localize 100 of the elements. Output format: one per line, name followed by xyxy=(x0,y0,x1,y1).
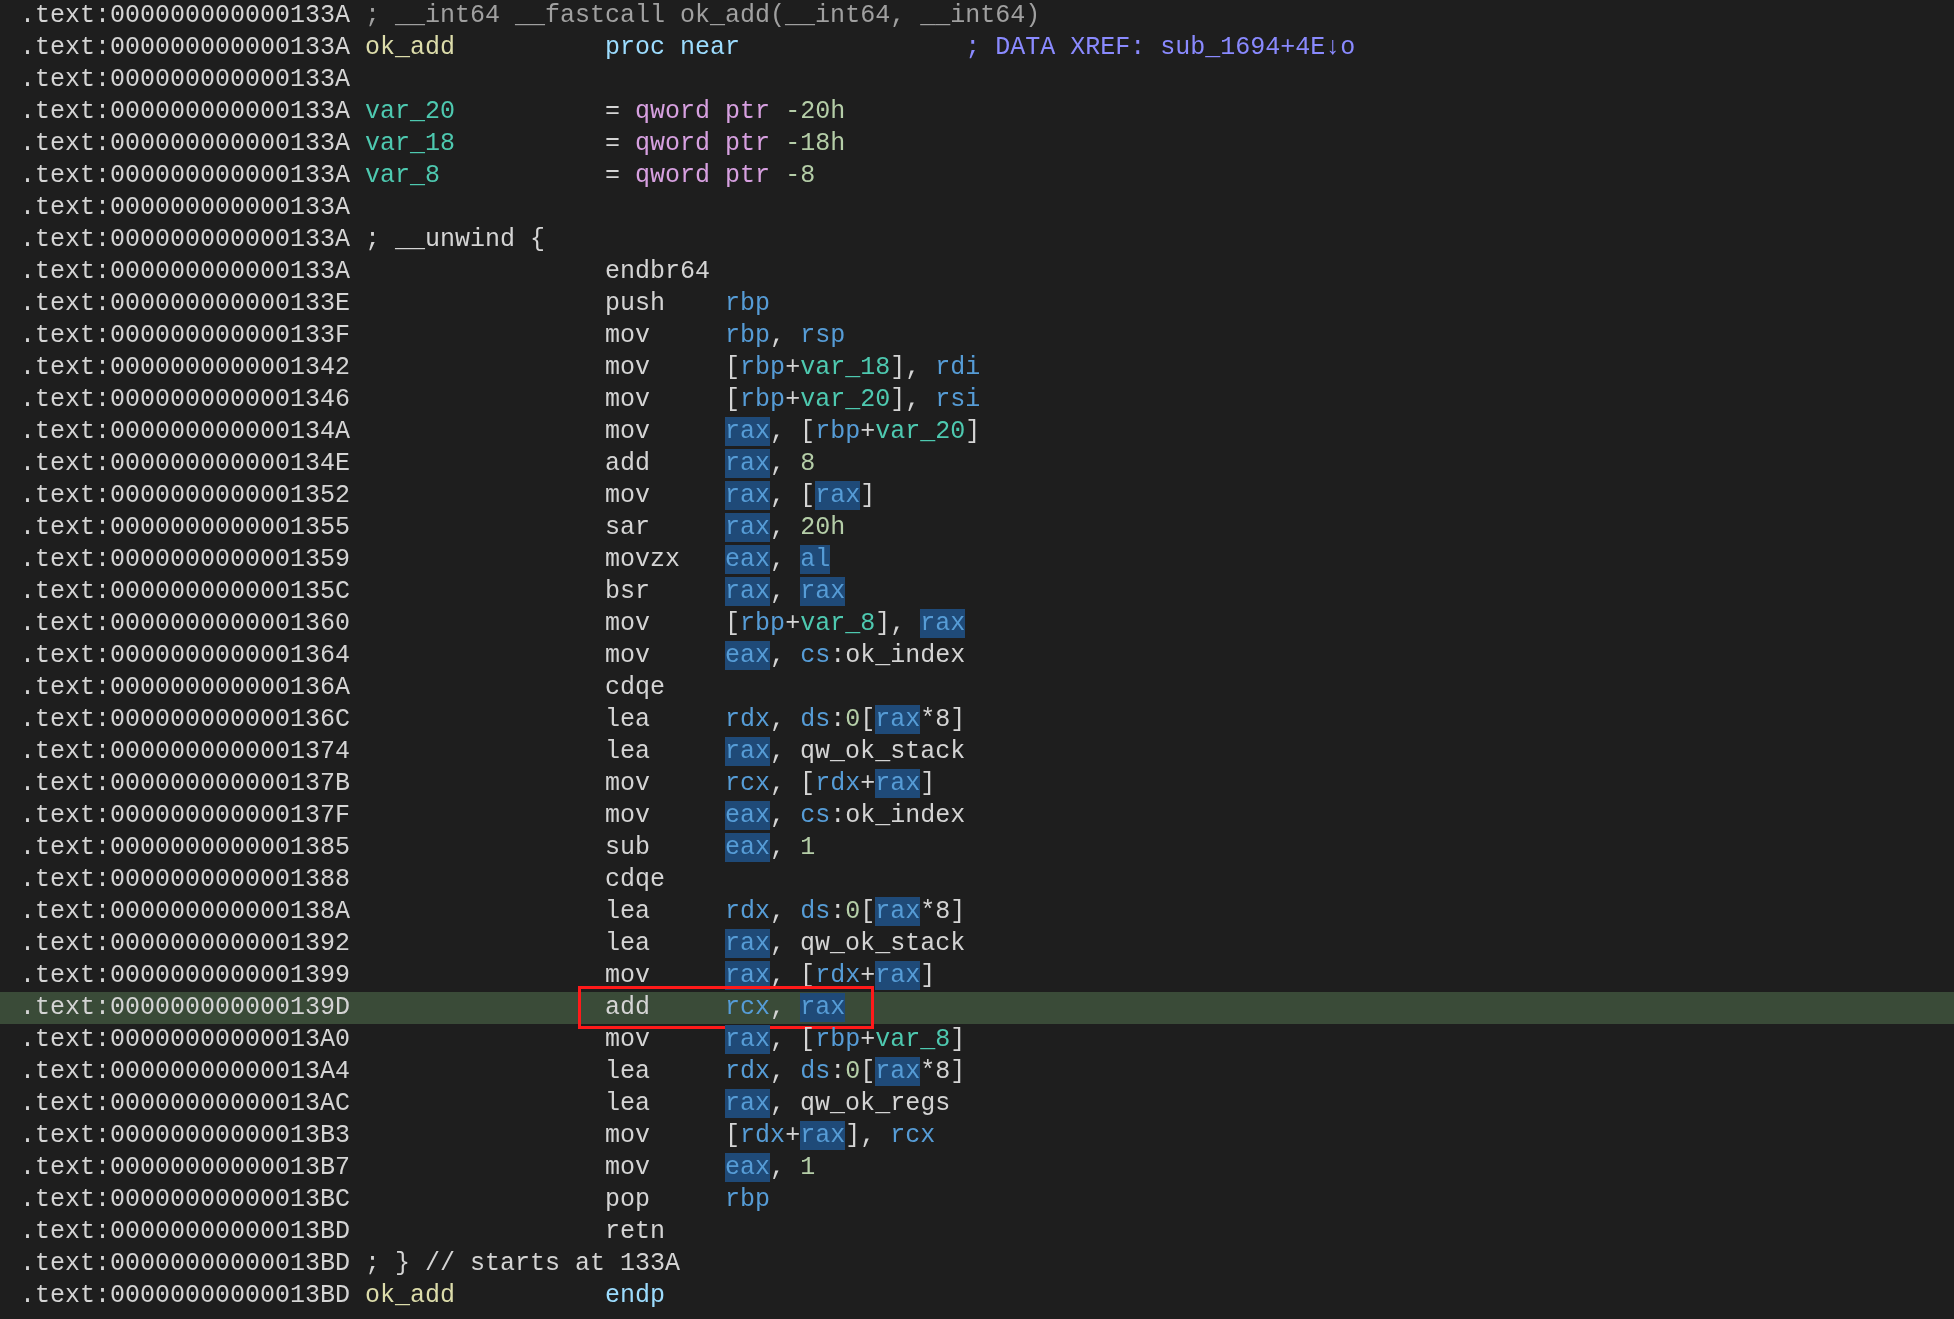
code-line[interactable]: .text:00000000000013A0 mov rax, [rbp+var_8] xyxy=(0,1024,1954,1056)
address: .text:000000000000134E xyxy=(20,448,352,480)
operand-text: [ xyxy=(725,609,741,638)
address: .text:0000000000001374 xyxy=(20,736,352,768)
code-line[interactable]: .text:000000000000133E push rbp xyxy=(0,288,1954,320)
xref-comment: ; DATA XREF: sub_1694+4E↓o xyxy=(965,32,1356,64)
mnemonic: lea xyxy=(605,929,651,958)
code-line[interactable]: .text:000000000000134E add rax, 8 xyxy=(0,448,1954,480)
number: 1 xyxy=(800,1153,816,1182)
code-line[interactable]: .text:0000000000001346 mov [rbp+var_20], rsi xyxy=(0,384,1954,416)
address: .text:00000000000013BD xyxy=(20,1216,352,1248)
register: rbp xyxy=(740,353,786,382)
code-line[interactable]: .text:000000000000133A endbr64 xyxy=(0,256,1954,288)
address: .text:00000000000013A0 xyxy=(20,1024,352,1056)
code-line[interactable]: .text:000000000000133F mov rbp, rsp xyxy=(0,320,1954,352)
register: eax xyxy=(725,801,771,830)
function-label: ok_add xyxy=(365,33,456,62)
code-line[interactable]: .text:00000000000013BC pop rbp xyxy=(0,1184,1954,1216)
register: rcx xyxy=(725,993,771,1022)
code-line[interactable]: .text:000000000000133A xyxy=(0,192,1954,224)
register: rax xyxy=(725,929,771,958)
variable-name: var_18 xyxy=(800,353,891,382)
mnemonic: mov xyxy=(605,609,651,638)
code-line[interactable]: .text:00000000000013BD ; } // starts at 133A xyxy=(0,1248,1954,1280)
operand-text: *8] xyxy=(920,1057,966,1086)
comment: ; __int64 __fastcall ok_add(__int64, __int64) xyxy=(365,0,1041,32)
code-line[interactable]: .text:0000000000001392 lea rax, qw_ok_stack xyxy=(0,928,1954,960)
operand-text: + xyxy=(785,353,801,382)
code-line[interactable]: .text:0000000000001355 sar rax, 20h xyxy=(0,512,1954,544)
variable-name: var_20 xyxy=(800,385,891,414)
mnemonic: mov xyxy=(605,769,651,798)
code-line[interactable]: .text:000000000000138A lea rdx, ds:0[rax*8] xyxy=(0,896,1954,928)
operand-text: ], xyxy=(875,609,907,638)
address: .text:000000000000134A xyxy=(20,416,352,448)
code-line[interactable]: .text:0000000000001388 cdqe xyxy=(0,864,1954,896)
code-line[interactable]: .text:00000000000013B3 mov [rdx+rax], rcx xyxy=(0,1120,1954,1152)
operand-text: [ xyxy=(860,705,876,734)
operand-text: [ xyxy=(725,353,741,382)
code-line[interactable]: .text:000000000000133A var_8 = qword ptr -8 xyxy=(0,160,1954,192)
mnemonic: sar xyxy=(605,513,651,542)
address: .text:000000000000133E xyxy=(20,288,352,320)
register: rcx xyxy=(725,769,771,798)
operand-text: , xyxy=(770,897,787,926)
code-line[interactable]: .text:000000000000136C lea rdx, ds:0[rax*8] xyxy=(0,704,1954,736)
code-line[interactable]: .text:00000000000013A4 lea rdx, ds:0[rax*8] xyxy=(0,1056,1954,1088)
operand-text: *8] xyxy=(920,705,966,734)
address: .text:000000000000133A xyxy=(20,224,352,256)
mnemonic: mov xyxy=(605,1121,651,1150)
address: .text:00000000000013AC xyxy=(20,1088,352,1120)
operand-text: *8] xyxy=(920,897,966,926)
number: 20h xyxy=(800,513,846,542)
address: .text:0000000000001352 xyxy=(20,480,352,512)
operand-text: , xyxy=(770,449,787,478)
code-line[interactable]: .text:00000000000013B7 mov eax, 1 xyxy=(0,1152,1954,1184)
address: .text:00000000000013BC xyxy=(20,1184,352,1216)
mnemonic: mov xyxy=(605,417,651,446)
code-line[interactable]: .text:0000000000001385 sub eax, 1 xyxy=(0,832,1954,864)
operand-text: , qw_ok_regs xyxy=(770,1089,951,1118)
register: rsi xyxy=(935,385,981,414)
variable-label: var_20 xyxy=(365,97,456,126)
number: -8 xyxy=(784,161,816,190)
code-line[interactable]: .text:000000000000133A xyxy=(0,64,1954,96)
code-line[interactable]: .text:000000000000137F mov eax, cs:ok_index xyxy=(0,800,1954,832)
code-line[interactable]: .text:000000000000134A mov rax, [rbp+var_20] xyxy=(0,416,1954,448)
register: cs xyxy=(800,641,831,670)
address: .text:000000000000133A xyxy=(20,256,352,288)
mnemonic: mov xyxy=(605,385,651,414)
code-line[interactable]: .text:0000000000001359 movzx eax, al xyxy=(0,544,1954,576)
address: .text:0000000000001355 xyxy=(20,512,352,544)
operand-text: , xyxy=(770,321,787,350)
code-line[interactable]: .text:000000000000133A ok_add proc near ; DATA XREF: sub_1694+4E↓o xyxy=(0,32,1954,64)
code-line[interactable]: .text:000000000000137B mov rcx, [rdx+rax] xyxy=(0,768,1954,800)
code-line[interactable]: .text:00000000000013BD retn xyxy=(0,1216,1954,1248)
register: rbp xyxy=(725,289,771,318)
code-line[interactable]: .text:000000000000136A cdqe xyxy=(0,672,1954,704)
code-line[interactable]: .text:0000000000001364 mov eax, cs:ok_index xyxy=(0,640,1954,672)
address: .text:00000000000013B7 xyxy=(20,1152,352,1184)
number: 8 xyxy=(800,449,816,478)
address: .text:0000000000001388 xyxy=(20,864,352,896)
code-line[interactable]: .text:00000000000013AC lea rax, qw_ok_regs xyxy=(0,1088,1954,1120)
mnemonic: mov xyxy=(605,1025,651,1054)
register: eax xyxy=(725,833,771,862)
code-line[interactable]: .text:0000000000001374 lea rax, qw_ok_stack xyxy=(0,736,1954,768)
mnemonic: mov xyxy=(605,321,651,350)
address: .text:000000000000133A xyxy=(20,32,352,64)
register: ds xyxy=(800,897,831,926)
code-line[interactable]: .text:00000000000013BD ok_add endp xyxy=(0,1280,1954,1312)
register: rax xyxy=(800,577,846,606)
code-line[interactable]: .text:000000000000133A ; __int64 __fastcall ok_add(__int64, __int64) xyxy=(0,0,1954,32)
code-line[interactable]: .text:0000000000001360 mov [rbp+var_8], rax xyxy=(0,608,1954,640)
code-line[interactable]: .text:0000000000001342 mov [rbp+var_18], rdi xyxy=(0,352,1954,384)
code-line[interactable]: .text:000000000000133A var_18 = qword ptr -18h xyxy=(0,128,1954,160)
mnemonic: lea xyxy=(605,897,651,926)
register: rax xyxy=(725,417,771,446)
mnemonic: mov xyxy=(605,481,651,510)
code-line[interactable]: .text:000000000000133A ; __unwind { xyxy=(0,224,1954,256)
code-line[interactable]: .text:0000000000001352 mov rax, [rax] xyxy=(0,480,1954,512)
code-line[interactable]: .text:000000000000135C bsr rax, rax xyxy=(0,576,1954,608)
code-line[interactable]: .text:000000000000133A var_20 = qword ptr -20h xyxy=(0,96,1954,128)
variable-label: var_18 xyxy=(365,129,456,158)
